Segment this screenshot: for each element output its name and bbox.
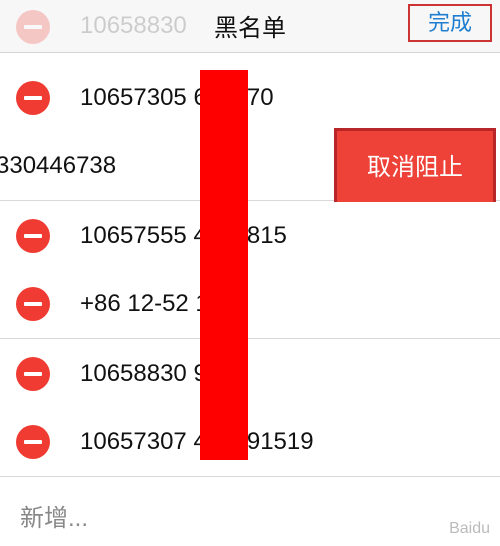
- delete-minus-icon[interactable]: [16, 81, 50, 115]
- add-new-row[interactable]: 新增...: [0, 478, 500, 546]
- blocked-number: 10657555 4127815: [80, 222, 287, 249]
- unblock-button[interactable]: 取消阻止: [334, 128, 496, 208]
- blacklist-row[interactable]: 10657555 4127815: [0, 202, 500, 271]
- done-button[interactable]: 完成: [408, 4, 492, 42]
- blacklist-row[interactable]: +86 12-52 107: [0, 270, 500, 339]
- blacklist-row[interactable]: 10658830 954: [0, 340, 500, 409]
- redaction-bar: [200, 70, 248, 460]
- watermark: Baidu: [449, 520, 490, 537]
- delete-minus-icon[interactable]: [16, 357, 50, 391]
- blacklist-row[interactable]: 10657305 650970: [0, 64, 500, 133]
- delete-minus-icon[interactable]: [16, 425, 50, 459]
- blocked-number: 10657307 461591519: [80, 428, 314, 455]
- blocked-number: 330446738: [0, 152, 117, 179]
- blacklist-row[interactable]: 10657307 461591519: [0, 408, 500, 477]
- add-new-label: 新增...: [20, 505, 89, 532]
- delete-minus-icon[interactable]: [16, 287, 50, 321]
- navigation-bar: 10658830 黑名单 完成: [0, 0, 500, 53]
- delete-minus-icon[interactable]: [16, 219, 50, 253]
